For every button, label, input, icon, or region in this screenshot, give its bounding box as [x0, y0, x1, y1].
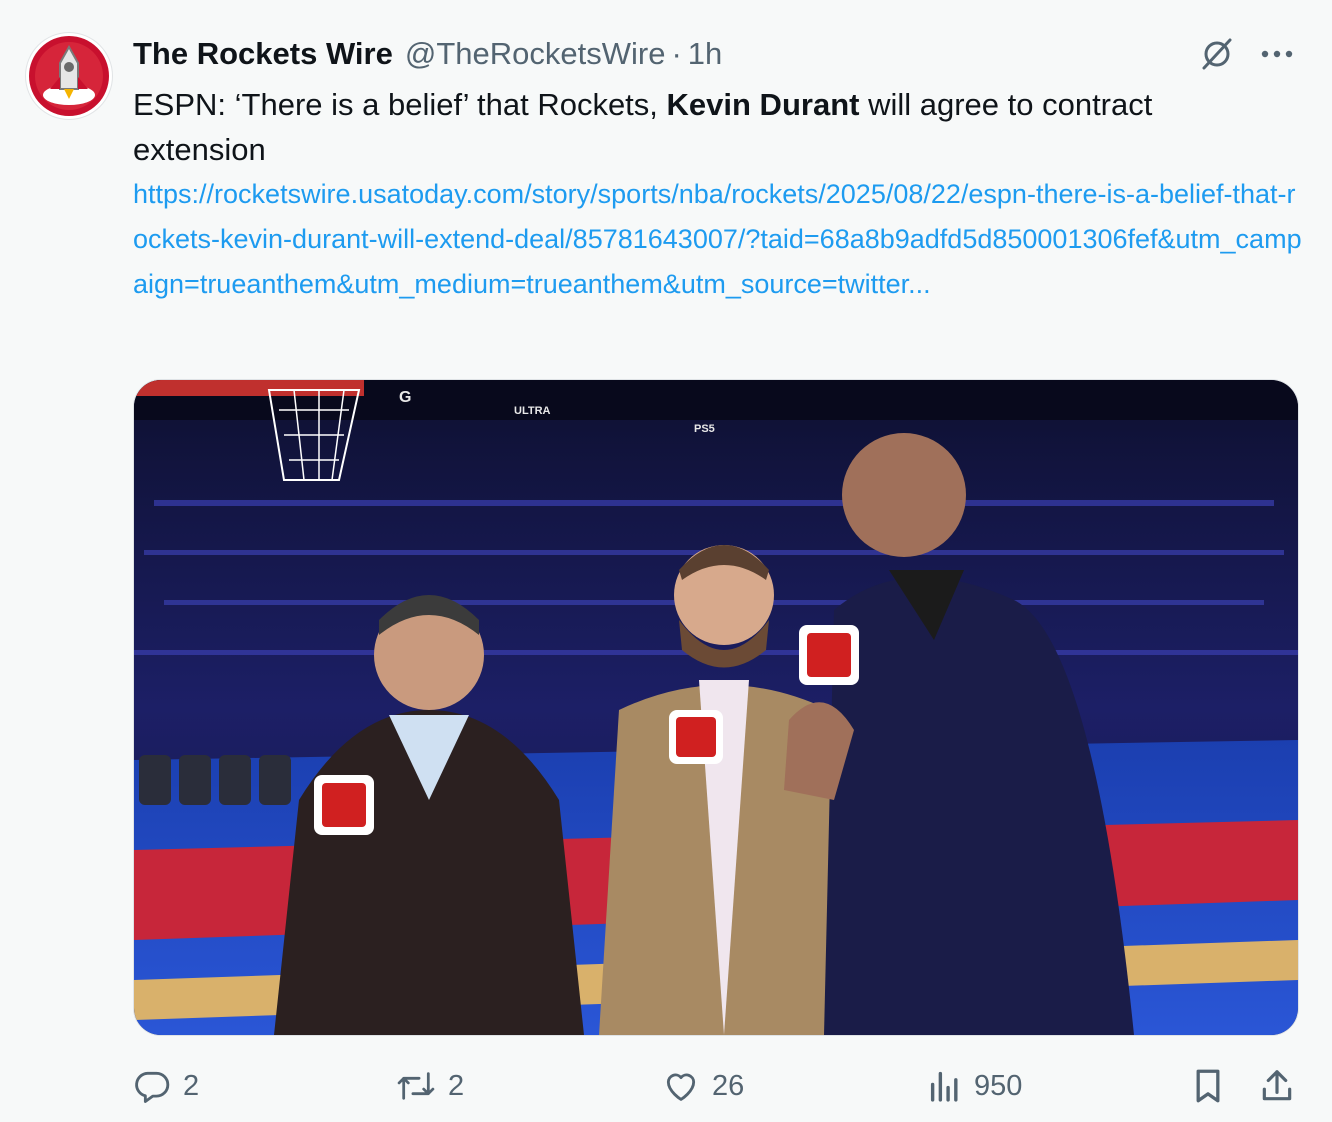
retweet-button[interactable]: 2 [396, 1060, 464, 1112]
reply-button[interactable]: 2 [133, 1060, 199, 1112]
article-link[interactable]: https://rocketswire.usatoday.com/story/s… [133, 172, 1303, 307]
retweet-count: 2 [448, 1069, 465, 1102]
action-bar: 2 2 26 950 [0, 1060, 1332, 1112]
views-button[interactable]: 950 [928, 1060, 1022, 1112]
views-icon [930, 1071, 958, 1102]
tweet-card[interactable]: The Rockets Wire @TheRocketsWire · 1h ES… [0, 0, 1332, 1122]
post-time[interactable]: 1h [688, 36, 722, 72]
header-separator: · [671, 36, 682, 71]
like-button[interactable]: 26 [662, 1060, 744, 1112]
more-icon[interactable] [1256, 33, 1298, 75]
user-handle[interactable]: @TheRocketsWire [405, 36, 666, 72]
grok-icon[interactable] [1196, 33, 1238, 75]
display-name[interactable]: The Rockets Wire [133, 36, 393, 72]
tweet-image[interactable]: G ULTRA PS5 [133, 379, 1299, 1036]
like-icon [666, 1073, 696, 1101]
views-count: 950 [974, 1069, 1023, 1102]
share-button[interactable] [1258, 1060, 1296, 1112]
reply-count: 2 [183, 1069, 200, 1102]
bookmark-button[interactable] [1190, 1060, 1226, 1112]
rockets-avatar-logo[interactable] [26, 33, 112, 119]
bookmark-icon [1196, 1069, 1220, 1103]
share-icon [1262, 1070, 1292, 1101]
signage-ps5: PS5 [694, 423, 715, 435]
tweet-header: The Rockets Wire @TheRocketsWire · 1h [133, 34, 722, 74]
tweet-text-bold: Kevin Durant [666, 87, 860, 122]
tweet-text-part-1: ESPN: ‘There is a belief’ that Rockets, [133, 87, 667, 122]
tweet-text: ESPN: ‘There is a belief’ that Rockets, … [133, 82, 1293, 172]
signage-g: G [399, 389, 411, 406]
signage-ultra: ULTRA [514, 405, 551, 417]
retweet-icon [397, 1072, 435, 1100]
like-count: 26 [712, 1069, 745, 1102]
reply-icon [135, 1071, 170, 1103]
